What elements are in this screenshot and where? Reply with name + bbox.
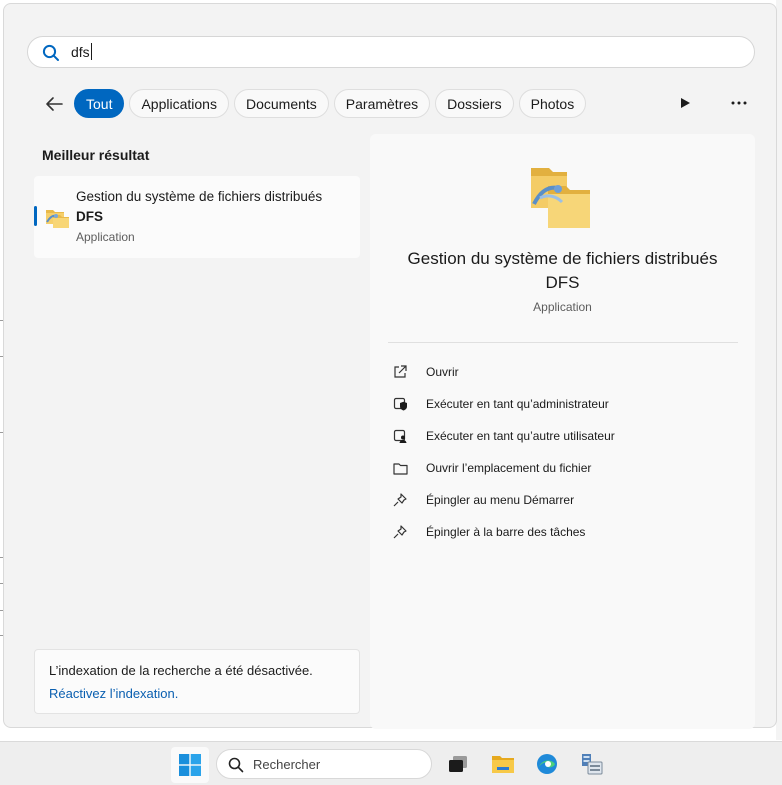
action-run-as-other-user-label: Exécuter en tant qu’autre utilisateur — [426, 429, 615, 443]
task-view-button[interactable] — [442, 748, 474, 780]
result-type: Application — [76, 230, 135, 244]
action-pin-to-start[interactable]: Épingler au menu Démarrer — [392, 489, 732, 511]
start-button[interactable] — [171, 747, 209, 783]
server-manager-icon — [582, 754, 603, 775]
filter-chip-documents[interactable]: Documents — [233, 89, 329, 118]
filter-chip-all[interactable]: Tout — [74, 89, 125, 118]
search-query: dfs — [71, 43, 92, 60]
edge-button[interactable] — [531, 748, 563, 780]
indexing-message: L’indexation de la recherche a été désac… — [49, 663, 313, 678]
filter-chip-applications[interactable]: Applications — [129, 89, 229, 118]
ellipsis-icon — [731, 101, 747, 105]
open-external-icon — [392, 364, 408, 380]
user-shield-icon — [392, 428, 408, 444]
pin-icon — [392, 524, 408, 540]
play-icon — [681, 98, 690, 108]
taskbar: Rechercher — [0, 741, 782, 785]
search-input[interactable]: dfs — [27, 36, 755, 68]
dfs-app-large-icon — [528, 164, 594, 235]
filter-chip-photos[interactable]: Photos — [518, 89, 587, 118]
taskbar-search-box[interactable]: Rechercher — [216, 749, 432, 779]
task-view-icon — [449, 756, 467, 772]
action-pin-to-start-label: Épingler au menu Démarrer — [426, 493, 575, 507]
folder-icon — [392, 460, 408, 476]
more-filters-button[interactable] — [674, 92, 696, 114]
search-icon — [42, 44, 60, 67]
file-explorer-button[interactable] — [487, 748, 519, 780]
pin-icon — [392, 492, 408, 508]
search-window: dfs Tout Applications Documents Paramètr… — [3, 3, 777, 729]
file-explorer-icon — [492, 756, 514, 773]
filter-chips: Tout Applications Documents Paramètres D… — [74, 89, 587, 118]
action-open[interactable]: Ouvrir — [392, 361, 732, 383]
edge-icon — [537, 754, 557, 774]
filter-chip-settings[interactable]: Paramètres — [333, 89, 431, 118]
detail-divider — [388, 342, 738, 343]
best-match-result[interactable]: Gestion du système de fichiers distribué… — [34, 176, 360, 258]
result-title-dfs: DFS — [76, 209, 103, 224]
arrow-left-icon — [46, 97, 63, 111]
action-open-file-location[interactable]: Ouvrir l’emplacement du fichier — [392, 457, 732, 479]
best-match-heading: Meilleur résultat — [42, 147, 150, 163]
windows-logo-icon — [179, 754, 201, 776]
action-open-file-location-label: Ouvrir l’emplacement du fichier — [426, 461, 592, 475]
action-open-label: Ouvrir — [426, 365, 459, 379]
indexing-notice: L’indexation de la recherche a été désac… — [34, 649, 360, 714]
action-pin-to-taskbar-label: Épingler à la barre des tâches — [426, 525, 586, 539]
action-run-as-admin[interactable]: Exécuter en tant qu’administrateur — [392, 393, 732, 415]
server-manager-button[interactable] — [576, 748, 608, 780]
taskbar-search-placeholder: Rechercher — [253, 757, 321, 772]
action-run-as-other-user[interactable]: Exécuter en tant qu’autre utilisateur — [392, 425, 732, 447]
search-icon — [228, 757, 244, 778]
reenable-indexing-link[interactable]: Réactivez l’indexation. — [49, 686, 178, 701]
result-detail-panel: Gestion du système de fichiers distribué… — [370, 134, 755, 729]
text-caret — [90, 43, 92, 60]
more-options-button[interactable] — [727, 92, 751, 114]
detail-type: Application — [533, 300, 592, 314]
selection-indicator — [34, 206, 37, 226]
action-run-as-admin-label: Exécuter en tant qu’administrateur — [426, 397, 609, 411]
filter-chip-folders[interactable]: Dossiers — [435, 89, 514, 118]
result-title: Gestion du système de fichiers distribué… — [76, 189, 323, 204]
shield-admin-icon — [392, 396, 408, 412]
back-button[interactable] — [40, 90, 68, 118]
detail-title: Gestion du système de fichiers distribué… — [407, 249, 718, 292]
action-pin-to-taskbar[interactable]: Épingler à la barre des tâches — [392, 521, 732, 543]
dfs-app-icon — [44, 204, 70, 235]
